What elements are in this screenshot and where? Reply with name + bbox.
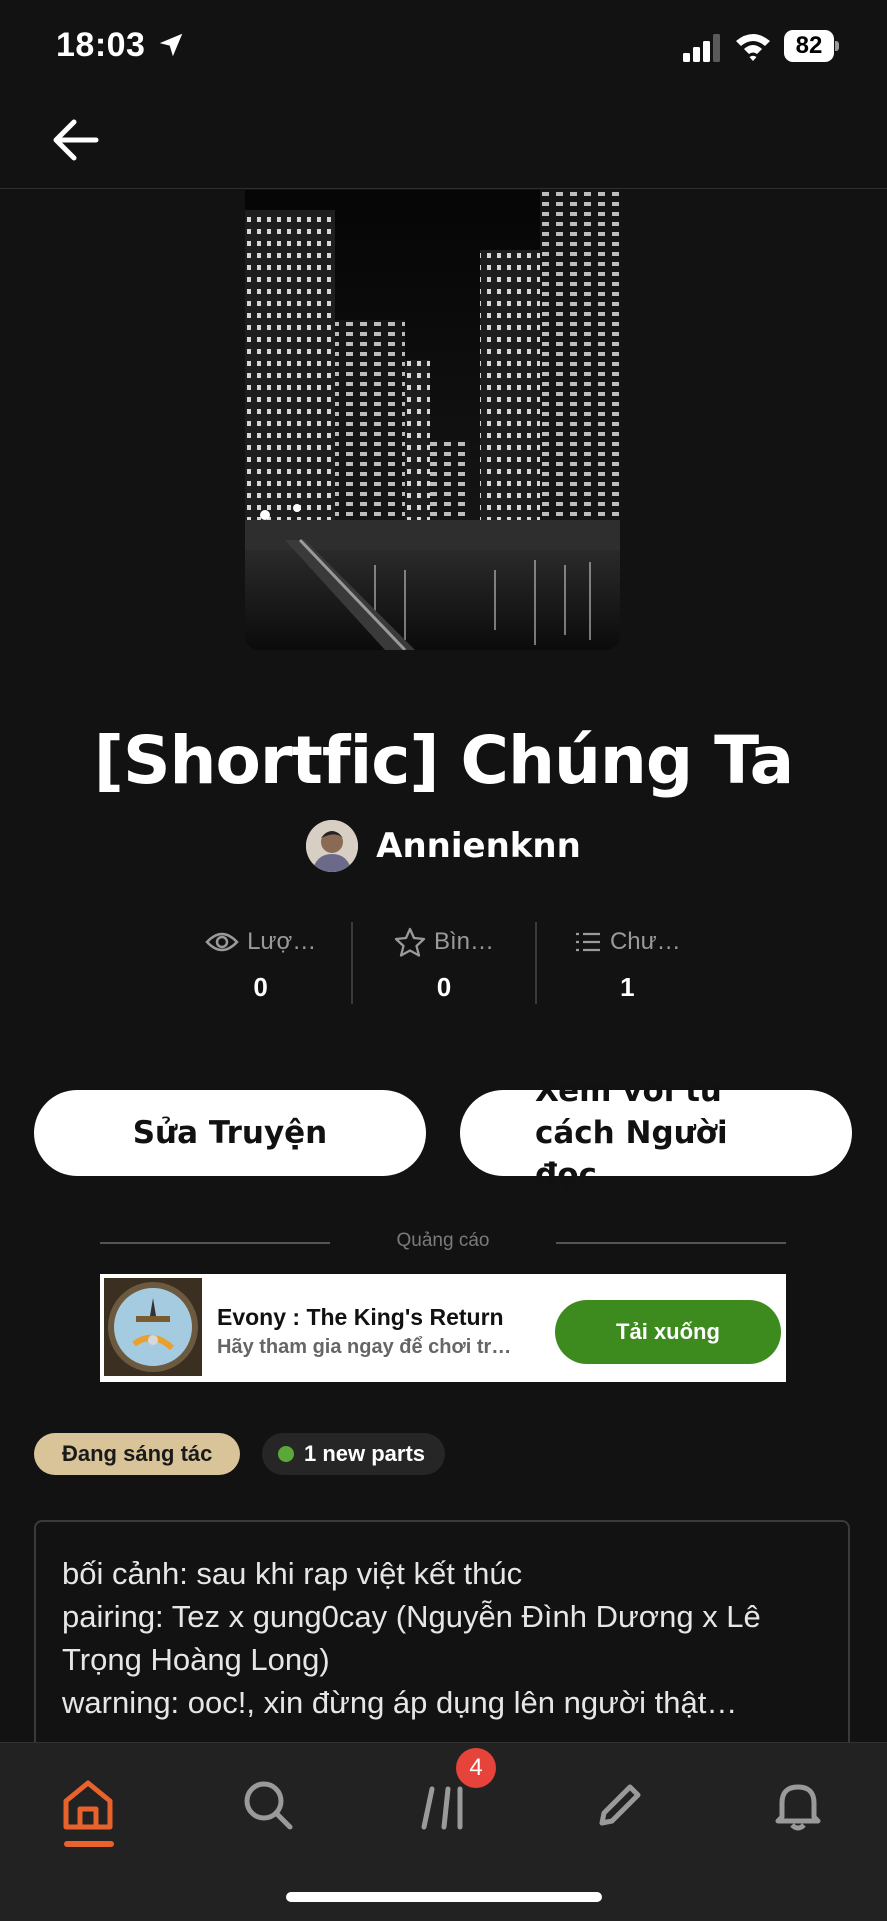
description-line: bối cảnh: sau khi rap việt kết thúc: [62, 1556, 523, 1591]
eye-icon: [205, 932, 239, 952]
stat-votes: Bìn… 0: [351, 922, 534, 1004]
home-indicator[interactable]: [286, 1892, 602, 1902]
wifi-icon: [736, 34, 770, 61]
edit-story-button[interactable]: Sửa Truyện: [34, 1090, 426, 1176]
star-icon: [394, 927, 426, 957]
new-parts-badge: 1 new parts: [262, 1433, 446, 1475]
write-icon[interactable]: [590, 1775, 650, 1835]
new-dot-icon: [278, 1446, 294, 1462]
stat-parts-value: 1: [620, 972, 635, 1002]
library-badge: 4: [456, 1748, 496, 1788]
home-icon[interactable]: [58, 1775, 118, 1835]
search-icon[interactable]: [238, 1775, 298, 1835]
status-time: 18:03: [56, 26, 146, 64]
view-as-reader-button[interactable]: Xem với tư cách Người đọc: [460, 1073, 852, 1193]
stat-votes-value: 0: [436, 972, 452, 1002]
stat-parts-label: Chư…: [609, 928, 681, 955]
story-stats: Lượ… 0 Bìn… 0 Chư… 1: [170, 922, 718, 1004]
battery-level: 82: [784, 30, 834, 62]
ad-description: Hãy tham gia ngay để chơi tr…: [217, 1336, 512, 1358]
cellular-signal-icon: [683, 34, 720, 62]
view-as-reader-label: Xem với tư cách Người đọc: [535, 1073, 728, 1193]
ad-title: Evony : The King's Return: [217, 1304, 504, 1330]
stat-reads-value: 0: [253, 972, 268, 1002]
story-cover-image: [245, 190, 620, 650]
ad-divider-right: [556, 1242, 786, 1244]
new-parts-label: 1 new parts: [304, 1441, 426, 1466]
bell-icon[interactable]: [768, 1775, 828, 1835]
story-description[interactable]: bối cảnh: sau khi rap việt kết thúc pair…: [34, 1520, 850, 1760]
location-arrow-icon: [159, 33, 183, 57]
ad-download-button[interactable]: Tải xuống: [555, 1300, 781, 1364]
ad-banner[interactable]: Evony : The King's Return Hãy tham gia n…: [100, 1274, 786, 1382]
back-arrow-icon[interactable]: [48, 112, 104, 168]
list-icon: [575, 932, 600, 952]
stat-reads: Lượ… 0: [170, 922, 351, 1004]
status-badge: Đang sáng tác: [34, 1433, 241, 1475]
author-name[interactable]: Annienknn: [376, 826, 581, 866]
stat-reads-label: Lượ…: [247, 928, 317, 955]
battery-indicator: 82: [784, 30, 840, 62]
author-row[interactable]: Annienknn: [0, 820, 887, 872]
ad-divider-left: [100, 1242, 330, 1244]
author-avatar[interactable]: [306, 820, 359, 872]
stat-parts: Chư… 1: [534, 922, 718, 1004]
active-tab-indicator: [64, 1841, 114, 1847]
description-line: warning: ooc!, xin đừng áp dụng lên ngườ…: [62, 1685, 738, 1720]
nav-divider: [0, 188, 887, 189]
stat-votes-label: Bìn…: [433, 928, 494, 955]
story-title: [Shortfic] Chúng Ta: [93, 722, 794, 799]
battery-cap: [835, 41, 839, 51]
ad-label: Quảng cáo: [396, 1230, 490, 1251]
description-line: pairing: Tez x gung0cay (Nguyễn Đình Dươ…: [62, 1599, 761, 1677]
ad-game-icon: [104, 1278, 202, 1376]
